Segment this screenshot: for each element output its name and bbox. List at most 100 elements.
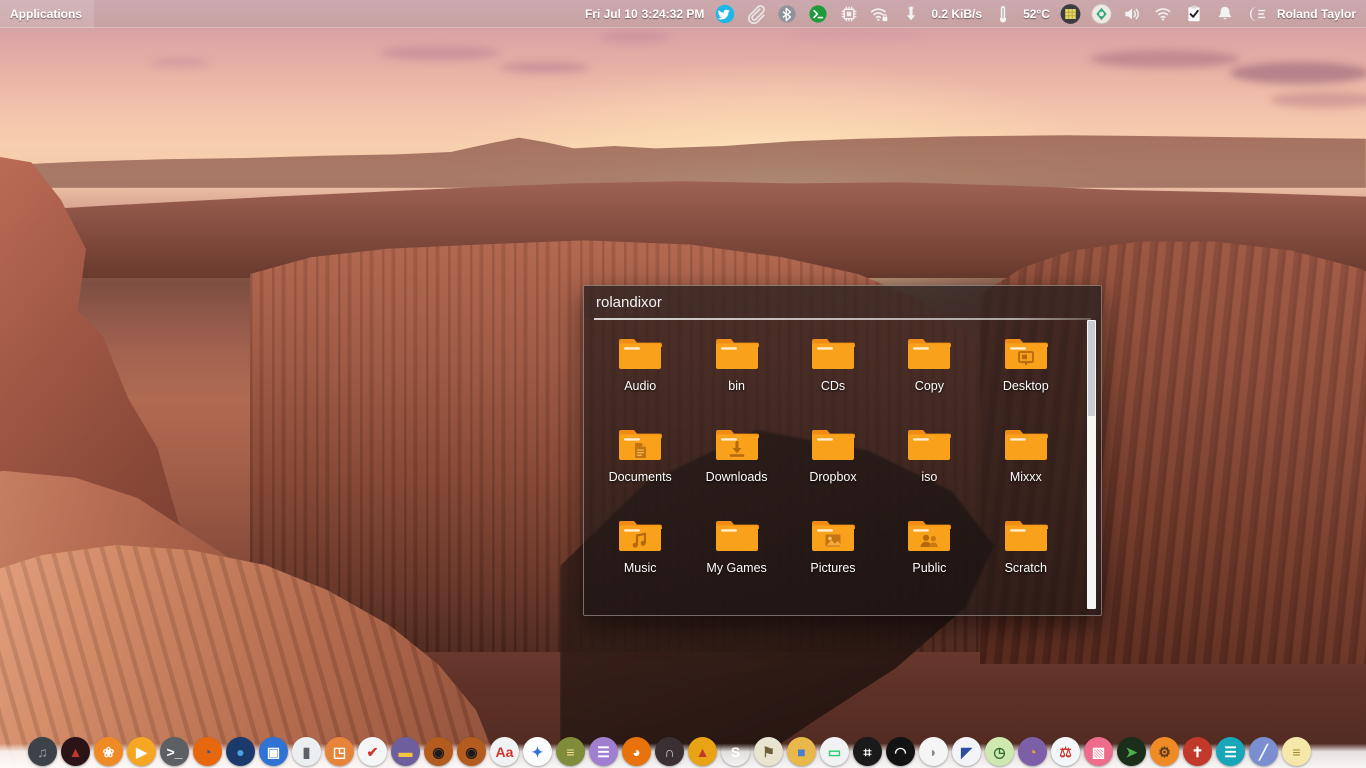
network-indicator[interactable] bbox=[1148, 0, 1179, 28]
network-monitor-indicator[interactable] bbox=[895, 0, 926, 28]
dock-item-blue-orb[interactable]: ● bbox=[224, 735, 257, 768]
dock-item-rss[interactable]: ◕ bbox=[620, 735, 653, 768]
file-item-documents[interactable]: Documents bbox=[592, 423, 688, 485]
dock-item-spreadsheet[interactable]: ≡ bbox=[554, 735, 587, 768]
dock-icon-glyph: ◔ bbox=[203, 743, 212, 760]
wireless-secured-indicator[interactable] bbox=[864, 0, 895, 28]
window-titlebar[interactable]: rolandixor bbox=[584, 286, 1101, 318]
dock-item-apps-grid[interactable]: ⌗ bbox=[851, 735, 884, 768]
desktop: Applications Fri Jul 10 3:24:32 PM 0.2 K… bbox=[0, 0, 1366, 768]
twitter-indicator[interactable] bbox=[709, 0, 740, 28]
temperature-indicator[interactable] bbox=[987, 0, 1018, 28]
volume-indicator[interactable] bbox=[1117, 0, 1148, 28]
dock-item-gears[interactable]: ⚙ bbox=[1148, 735, 1181, 768]
dock-item-green-dark[interactable]: ➤ bbox=[1115, 735, 1148, 768]
bluetooth-indicator[interactable] bbox=[771, 0, 802, 28]
dock-icon-glyph: ➤ bbox=[1125, 743, 1138, 760]
workspace-switcher[interactable] bbox=[1055, 0, 1086, 28]
file-item-scratch[interactable]: Scratch bbox=[978, 514, 1074, 576]
file-item-desktop[interactable]: Desktop bbox=[978, 332, 1074, 394]
dock-item-orange-icon: ❀ bbox=[94, 737, 123, 766]
dock-item-package-icon: ■ bbox=[787, 737, 816, 766]
dock-item-target-b[interactable]: ◉ bbox=[455, 735, 488, 768]
dock-item-thermometer[interactable]: ⚖ bbox=[1049, 735, 1082, 768]
dock-icon-glyph: >_ bbox=[166, 743, 183, 760]
dock-item-rss-icon: ◕ bbox=[622, 737, 651, 766]
file-item-bin[interactable]: bin bbox=[688, 332, 784, 394]
dock-item-dark-globe-icon: ◠ bbox=[886, 737, 915, 766]
dock-item-skype[interactable]: S bbox=[719, 735, 752, 768]
dock-item-target-a[interactable]: ◉ bbox=[422, 735, 455, 768]
dock-item-colors[interactable]: ✦ bbox=[521, 735, 554, 768]
dock-item-tasks[interactable]: ✔ bbox=[356, 735, 389, 768]
icon-grid-viewport[interactable]: Audio bin CDs Copy Desktop Documents Dow… bbox=[584, 320, 1101, 603]
clock-date[interactable]: Fri Jul 10 bbox=[580, 0, 640, 28]
clipboard-check-icon bbox=[1184, 3, 1205, 24]
file-item-music[interactable]: Music bbox=[592, 514, 688, 576]
dock-item-fonts[interactable]: Aa bbox=[488, 735, 521, 768]
notifications-indicator[interactable] bbox=[1210, 0, 1241, 28]
wifi-lock-icon bbox=[869, 3, 890, 24]
dock-icon-glyph: ▮ bbox=[302, 743, 311, 760]
clipboard-indicator[interactable] bbox=[740, 0, 771, 28]
file-manager-window[interactable]: rolandixor Audio bin CDs Copy Desktop Do… bbox=[583, 285, 1102, 616]
dock-item-fan[interactable]: ◤ bbox=[950, 735, 983, 768]
dock-item-sticky[interactable]: ≡ bbox=[1280, 735, 1313, 768]
dock-item-archive[interactable]: ⚑ bbox=[752, 735, 785, 768]
dock-icon-glyph: ✝ bbox=[1191, 743, 1204, 760]
dock-item-white-shell[interactable]: ◗ bbox=[917, 735, 950, 768]
file-item-cds[interactable]: CDs bbox=[785, 332, 881, 394]
update-manager-indicator[interactable] bbox=[1086, 0, 1117, 28]
dock-item-microphone[interactable]: ▮ bbox=[290, 735, 323, 768]
network-rate-label[interactable]: 0.2 KiB/s bbox=[926, 0, 987, 28]
file-item-pictures[interactable]: Pictures bbox=[785, 514, 881, 576]
dock-item-writer[interactable]: ☰ bbox=[587, 735, 620, 768]
session-menu[interactable] bbox=[1241, 0, 1272, 28]
dock-item-headset[interactable]: ∩ bbox=[653, 735, 686, 768]
file-item-downloads[interactable]: Downloads bbox=[688, 423, 784, 485]
dock-item-terminal[interactable]: >_ bbox=[158, 735, 191, 768]
twitter-icon bbox=[714, 3, 735, 24]
dock-item-firefox[interactable]: ◔ bbox=[191, 735, 224, 768]
dock-item-pink-icon: ▧ bbox=[1084, 737, 1113, 766]
dock-item-compass[interactable]: ╱ bbox=[1247, 735, 1280, 768]
dock-item-settings[interactable]: ▭ bbox=[818, 735, 851, 768]
dock-item-flame[interactable]: ▲ bbox=[686, 735, 719, 768]
wallpaper-rock-left bbox=[0, 150, 221, 768]
dock-item-doc-teal[interactable]: ☰ bbox=[1214, 735, 1247, 768]
dock-item-orange[interactable]: ❀ bbox=[92, 735, 125, 768]
file-item-my-games[interactable]: My Games bbox=[688, 514, 784, 576]
dock-item-image-view[interactable]: ◳ bbox=[323, 735, 356, 768]
dock-item-package[interactable]: ■ bbox=[785, 735, 818, 768]
dock-item-notes[interactable]: ▬ bbox=[389, 735, 422, 768]
dock-item-pink[interactable]: ▧ bbox=[1082, 735, 1115, 768]
dock-item-owl[interactable]: ◔ bbox=[1016, 735, 1049, 768]
grid-scrollbar-thumb[interactable] bbox=[1088, 321, 1095, 416]
dock-item-darkplayer[interactable]: ▲ bbox=[59, 735, 92, 768]
temperature-label[interactable]: 52°C bbox=[1018, 0, 1055, 28]
applications-menu-button[interactable]: Applications bbox=[0, 0, 95, 28]
file-item-dropbox[interactable]: Dropbox bbox=[785, 423, 881, 485]
file-item-public[interactable]: Public bbox=[881, 514, 977, 576]
dock-item-terminal-icon: >_ bbox=[160, 737, 189, 766]
dock-item-play[interactable]: ▶ bbox=[125, 735, 158, 768]
system-load-indicator[interactable] bbox=[833, 0, 864, 28]
file-item-mixxx[interactable]: Mixxx bbox=[978, 423, 1074, 485]
tasks-indicator[interactable] bbox=[1179, 0, 1210, 28]
dock-item-spreadsheet-icon: ≡ bbox=[556, 737, 585, 766]
file-item-copy[interactable]: Copy bbox=[881, 332, 977, 394]
file-label: CDs bbox=[820, 379, 846, 393]
clock-time[interactable]: 3:24:32 PM bbox=[640, 0, 710, 28]
dock-item-dark-globe[interactable]: ◠ bbox=[884, 735, 917, 768]
dock-item-clock[interactable]: ◷ bbox=[983, 735, 1016, 768]
dock-item-blue-orb-icon: ● bbox=[226, 737, 255, 766]
dock-item-cross[interactable]: ✝ bbox=[1181, 735, 1214, 768]
dock-icon-glyph: ∩ bbox=[664, 743, 675, 760]
username-label[interactable]: Roland Taylor bbox=[1272, 0, 1366, 28]
terminal-indicator[interactable] bbox=[802, 0, 833, 28]
dock-item-filemanager[interactable]: ▣ bbox=[257, 735, 290, 768]
dock-item-headphones[interactable]: ♫ bbox=[26, 735, 59, 768]
file-item-audio[interactable]: Audio bbox=[592, 332, 688, 394]
file-item-iso[interactable]: iso bbox=[881, 423, 977, 485]
grid-scrollbar[interactable] bbox=[1087, 320, 1096, 609]
